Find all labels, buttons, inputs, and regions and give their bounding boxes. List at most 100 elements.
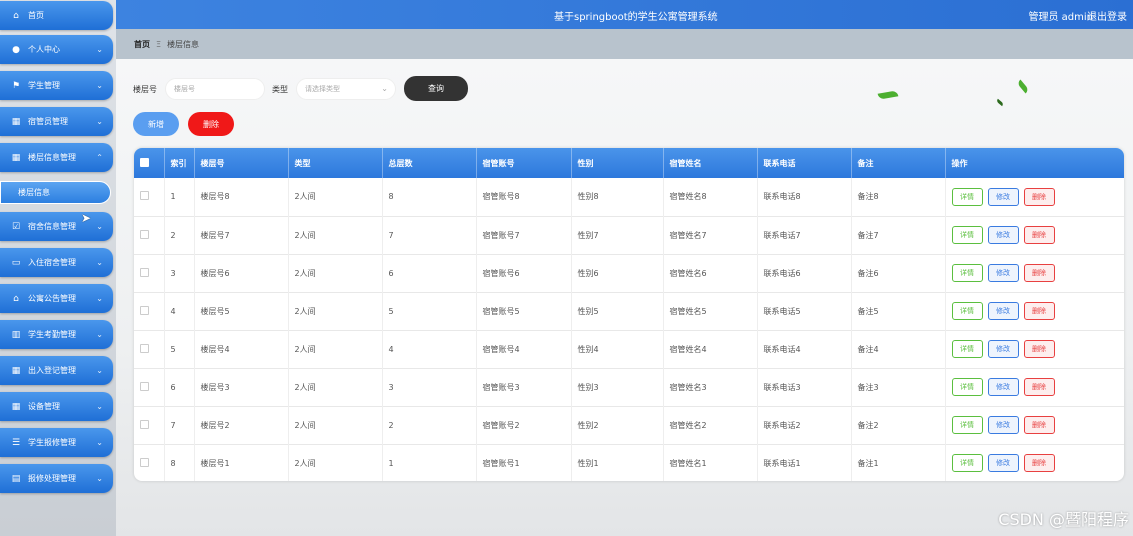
column-header: 楼层号: [194, 148, 289, 178]
cell-operations: 详情 修改 删除: [945, 330, 1124, 368]
sidebar-item[interactable]: ▤ 报修处理管理 ⌄: [0, 464, 113, 493]
chevron-icon: ⌄: [96, 366, 103, 375]
breadcrumb-current: 楼层信息: [167, 39, 200, 49]
row-select-cell[interactable]: [134, 406, 165, 444]
delete-row-button[interactable]: 删除: [1023, 340, 1055, 358]
batch-delete-button[interactable]: 删除: [188, 112, 234, 136]
row-checkbox[interactable]: [140, 191, 149, 201]
row-checkbox[interactable]: [140, 267, 149, 277]
query-button[interactable]: 查询: [404, 76, 468, 101]
edit-button[interactable]: 修改: [987, 226, 1019, 244]
sidebar-subitem-floor-info[interactable]: 楼层信息: [0, 181, 111, 204]
cell-name: 宿管姓名2: [663, 406, 758, 444]
sidebar-item[interactable]: ● 个人中心 ⌄: [0, 35, 113, 64]
row-select-cell[interactable]: [134, 178, 165, 216]
delete-row-button[interactable]: 删除: [1023, 378, 1055, 396]
row-checkbox[interactable]: [140, 457, 149, 467]
cell-name: 宿管姓名4: [663, 330, 758, 368]
detail-button[interactable]: 详情: [951, 378, 983, 396]
delete-row-button[interactable]: 删除: [1023, 454, 1055, 472]
cell-operations: 详情 修改 删除: [945, 254, 1124, 292]
sidebar-item[interactable]: ⚑ 学生管理 ⌄: [0, 71, 113, 100]
grid-icon: ▦: [11, 365, 21, 376]
sidebar-item[interactable]: ⌂ 首页: [0, 1, 113, 30]
edit-button[interactable]: 修改: [987, 416, 1019, 434]
detail-button[interactable]: 详情: [951, 226, 983, 244]
type-select[interactable]: 请选择类型 ⌄: [296, 78, 396, 100]
detail-button[interactable]: 详情: [951, 187, 983, 206]
delete-row-button[interactable]: 删除: [1023, 416, 1055, 434]
row-select-cell[interactable]: [134, 254, 165, 292]
cell-total: 3: [382, 368, 477, 406]
sidebar-item[interactable]: ▭ 入住宿舍管理 ⌄: [0, 248, 113, 277]
logout-link[interactable]: 退出登录: [1087, 8, 1127, 23]
type-select-placeholder: 请选择类型: [305, 85, 340, 93]
edit-button[interactable]: 修改: [987, 187, 1019, 206]
table-row: 1 楼层号8 2人间 8 宿管账号8 性别8 宿管姓名8 联系电话8 备注8 详情 修改 删除: [134, 178, 1124, 216]
edit-button[interactable]: 修改: [987, 340, 1019, 358]
cell-gender: 性别6: [571, 254, 664, 292]
edit-button[interactable]: 修改: [987, 302, 1019, 320]
table-row: 6 楼层号3 2人间 3 宿管账号3 性别3 宿管姓名3 联系电话3 备注3 详情 修改 删除: [134, 368, 1124, 406]
detail-button[interactable]: 详情: [951, 302, 983, 320]
doc-icon: ▤: [11, 473, 21, 484]
chevron-icon: ⌄: [96, 294, 103, 303]
cell-account: 宿管账号2: [476, 406, 572, 444]
delete-row-button[interactable]: 删除: [1023, 187, 1055, 206]
sidebar-item-label: 学生考勤管理: [28, 330, 76, 339]
row-select-cell[interactable]: [134, 292, 165, 330]
edit-button[interactable]: 修改: [987, 454, 1019, 472]
sidebar-item[interactable]: ▦ 宿管员管理 ⌄: [0, 107, 113, 136]
breadcrumb-home[interactable]: 首页: [134, 39, 150, 50]
sidebar-item-label: 宿管员管理: [28, 117, 68, 126]
detail-button[interactable]: 详情: [951, 340, 983, 358]
cell-idx: 6: [164, 368, 195, 406]
sidebar-item[interactable]: ▥ 学生考勤管理 ⌄: [0, 320, 113, 349]
watermark: CSDN @暨阳程序: [998, 510, 1129, 529]
column-header: 索引: [164, 148, 195, 178]
detail-button[interactable]: 详情: [951, 264, 983, 282]
delete-row-button[interactable]: 删除: [1023, 302, 1055, 320]
floor-search-input[interactable]: 楼层号: [165, 78, 265, 100]
edit-button[interactable]: 修改: [987, 264, 1019, 282]
row-checkbox[interactable]: [140, 343, 149, 353]
cell-idx: 4: [164, 292, 195, 330]
home-icon: ⌂: [13, 10, 19, 21]
sidebar-item[interactable]: ☑ 宿舍信息管理 ⌄: [0, 212, 113, 241]
sidebar-item[interactable]: ⌂ 公寓公告管理 ⌄: [0, 284, 113, 313]
row-checkbox[interactable]: [140, 419, 149, 429]
cell-idx: 3: [164, 254, 195, 292]
cell-name: 宿管姓名3: [663, 368, 758, 406]
sidebar-item[interactable]: ▦ 设备管理 ⌄: [0, 392, 113, 421]
cell-name: 宿管姓名7: [663, 216, 758, 254]
add-button[interactable]: 新增: [133, 112, 179, 136]
chevron-icon: ⌄: [96, 258, 103, 267]
sidebar-item[interactable]: ▦ 楼层信息管理 ⌃: [0, 143, 113, 172]
sidebar-item[interactable]: ☰ 学生报修管理 ⌄: [0, 428, 113, 457]
delete-row-button[interactable]: 删除: [1023, 264, 1055, 282]
column-header: 备注: [851, 148, 946, 178]
cell-phone: 联系电话8: [757, 178, 852, 216]
select-all-checkbox[interactable]: [140, 157, 149, 167]
app-title: 基于springboot的学生公寓管理系统: [554, 12, 718, 23]
row-select-cell[interactable]: [134, 216, 165, 254]
edit-button[interactable]: 修改: [987, 378, 1019, 396]
sidebar-item-label: 学生报修管理: [28, 438, 76, 447]
sidebar-item-label: 楼层信息管理: [28, 153, 76, 162]
row-checkbox[interactable]: [140, 229, 149, 239]
delete-row-button[interactable]: 删除: [1023, 226, 1055, 244]
detail-button[interactable]: 详情: [951, 454, 983, 472]
sidebar-item[interactable]: ▦ 出入登记管理 ⌄: [0, 356, 113, 385]
row-select-cell[interactable]: [134, 330, 165, 368]
cell-note: 备注6: [851, 254, 946, 292]
row-checkbox[interactable]: [140, 305, 149, 315]
chevron-down-icon: ⌄: [381, 84, 388, 93]
row-select-cell[interactable]: [134, 368, 165, 406]
detail-button[interactable]: 详情: [951, 416, 983, 434]
row-select-cell[interactable]: [134, 444, 165, 481]
chevron-icon: ⌄: [96, 45, 103, 54]
row-checkbox[interactable]: [140, 381, 149, 391]
sidebar-item-label: 首页: [28, 11, 44, 20]
cell-phone: 联系电话1: [757, 444, 852, 481]
select-all-cell[interactable]: [134, 148, 165, 178]
